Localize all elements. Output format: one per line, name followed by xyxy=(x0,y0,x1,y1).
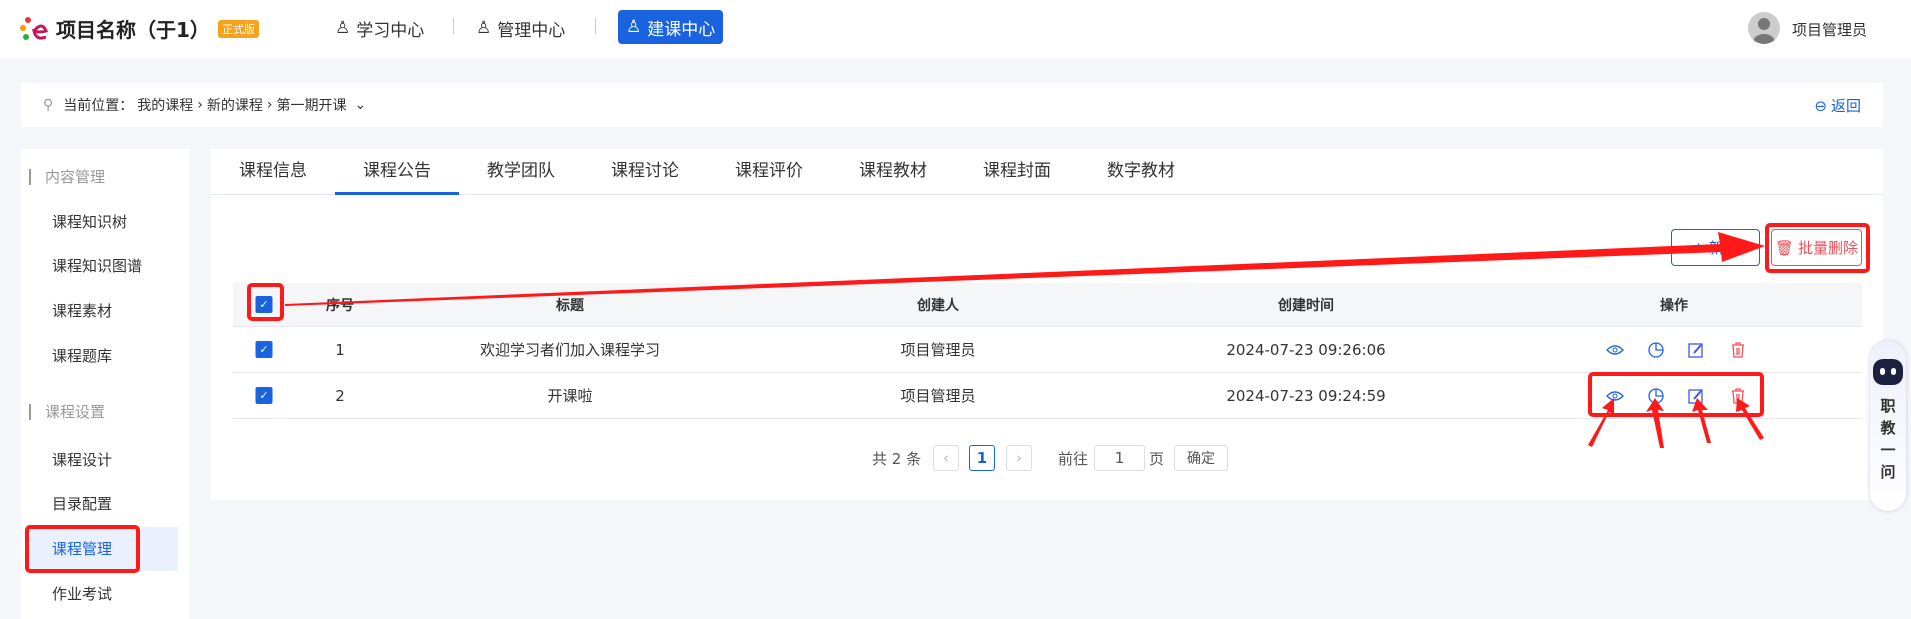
sidebar: 内容管理 课程知识树 课程知识图谱 课程素材 课程题库 课程设置 课程设计 目录… xyxy=(21,149,189,619)
assistant-label-char: 教 xyxy=(1880,419,1896,437)
back-button[interactable]: ⊖ 返回 xyxy=(1814,95,1861,116)
check-icon: ✓ xyxy=(255,296,273,313)
breadcrumb-item[interactable]: 我的课程 xyxy=(137,95,193,115)
sidebar-group-label: 内容管理 xyxy=(29,169,105,185)
goto-label: 前往 xyxy=(1058,449,1089,468)
tab[interactable]: 课程讨论 xyxy=(583,149,707,195)
sidebar-item-selected[interactable]: 课程管理 xyxy=(26,527,178,571)
edit-icon[interactable] xyxy=(1686,340,1706,360)
app-title: 项目名称（于1） xyxy=(56,18,210,42)
table-row: ✓ 1 欢迎学习者们加入课程学习 项目管理员 2024-07-23 09:26:… xyxy=(233,327,1862,373)
nav-divider xyxy=(595,18,596,34)
sidebar-item[interactable]: 课程素材 xyxy=(26,289,178,333)
sidebar-item[interactable]: 课程设计 xyxy=(26,438,178,482)
chevron-right-icon: › xyxy=(197,97,203,113)
column-header: 创建人 xyxy=(917,297,959,314)
table-row: ✓ 2 开课啦 项目管理员 2024-07-23 09:24:59 xyxy=(233,373,1862,419)
sidebar-item[interactable]: 作业考试 xyxy=(26,572,178,616)
total-count: 共 2 条 xyxy=(872,449,922,468)
row-creator: 项目管理员 xyxy=(900,341,976,359)
page-button-current[interactable]: 1 xyxy=(969,445,995,471)
trash-icon[interactable] xyxy=(1728,340,1748,360)
user-name[interactable]: 项目管理员 xyxy=(1792,19,1867,40)
tab[interactable]: 数字教材 xyxy=(1079,149,1203,195)
trash-icon: 🗑 xyxy=(1774,238,1795,257)
sidebar-item[interactable]: 课程题库 xyxy=(26,334,178,378)
row-creator: 项目管理员 xyxy=(900,387,976,405)
breadcrumb-item[interactable]: 新的课程 xyxy=(207,95,263,115)
goto-confirm-button[interactable]: 确定 xyxy=(1174,445,1228,471)
eye-icon[interactable] xyxy=(1605,340,1625,360)
nav-management-center[interactable]: ♙ 管理中心 xyxy=(476,14,565,42)
tab-active[interactable]: 课程公告 xyxy=(335,149,459,195)
tab[interactable]: 课程评价 xyxy=(707,149,831,195)
user-edit-icon: ♙ xyxy=(626,17,642,37)
row-created-time: 2024-07-23 09:26:06 xyxy=(1226,340,1386,359)
check-icon: ✓ xyxy=(255,387,273,404)
table-header: ✓ 序号 标题 创建人 创建时间 操作 xyxy=(233,283,1862,327)
tab[interactable]: 课程教材 xyxy=(831,149,955,195)
column-header: 序号 xyxy=(326,297,354,314)
prev-page-button[interactable]: ‹ xyxy=(933,445,959,471)
assistant-label-char: 职 xyxy=(1880,397,1896,415)
location-pin-icon: ⚲ xyxy=(43,97,54,113)
sidebar-item[interactable]: 课程知识图谱 xyxy=(26,244,178,288)
eye-icon[interactable] xyxy=(1605,386,1625,406)
edit-icon[interactable] xyxy=(1686,386,1706,406)
graduate-icon: ♙ xyxy=(335,18,351,38)
user-gear-icon: ♙ xyxy=(476,18,492,38)
assistant-label-char: 一 xyxy=(1880,441,1896,459)
check-icon: ✓ xyxy=(255,341,273,358)
chevron-left-icon: ‹ xyxy=(943,449,949,467)
select-all-checkbox[interactable]: ✓ xyxy=(255,283,273,326)
row-checkbox[interactable]: ✓ xyxy=(255,327,273,372)
sidebar-group-label: 课程设置 xyxy=(29,404,105,420)
tab-bar: 课程信息 课程公告 教学团队 课程讨论 课程评价 课程教材 课程封面 数字教材 xyxy=(211,149,1883,195)
sidebar-item[interactable]: 课程知识树 xyxy=(26,200,178,244)
column-header: 操作 xyxy=(1660,297,1688,314)
row-created-time: 2024-07-23 09:24:59 xyxy=(1226,386,1386,405)
breadcrumb-item[interactable]: 第一期开课 xyxy=(276,95,346,115)
column-header: 创建时间 xyxy=(1278,297,1334,314)
pie-chart-icon[interactable] xyxy=(1646,340,1666,360)
logo-icon xyxy=(20,17,48,40)
assistant-widget[interactable]: 职 教 一 问 xyxy=(1870,341,1906,511)
pie-chart-icon[interactable] xyxy=(1646,386,1666,406)
nav-divider xyxy=(453,18,454,34)
breadcrumb-prefix: 当前位置： xyxy=(63,98,134,114)
robot-icon xyxy=(1873,359,1903,385)
trash-icon[interactable] xyxy=(1728,386,1748,406)
tab[interactable]: 课程封面 xyxy=(955,149,1079,195)
edition-badge: 正式版 xyxy=(218,20,259,38)
page-unit: 页 xyxy=(1149,449,1165,468)
sidebar-item[interactable]: 目录配置 xyxy=(26,482,178,526)
assistant-label-char: 问 xyxy=(1880,463,1896,481)
row-index: 1 xyxy=(335,340,345,359)
plus-icon: + xyxy=(1692,238,1705,257)
chevron-right-icon: › xyxy=(266,97,273,113)
tab[interactable]: 课程信息 xyxy=(211,149,335,195)
row-title: 开课啦 xyxy=(547,387,593,405)
chevron-down-icon[interactable]: ⌄ xyxy=(354,97,366,113)
goto-page-input[interactable]: 1 xyxy=(1094,445,1145,471)
column-header: 标题 xyxy=(556,297,584,314)
chevron-right-icon: › xyxy=(1016,449,1022,467)
row-title: 欢迎学习者们加入课程学习 xyxy=(479,341,661,359)
tab[interactable]: 教学团队 xyxy=(459,149,583,195)
user-icon xyxy=(1753,18,1775,44)
back-arrow-icon: ⊖ xyxy=(1814,96,1827,115)
main-panel: 课程信息 课程公告 教学团队 课程讨论 课程评价 课程教材 课程封面 数字教材 … xyxy=(211,149,1883,500)
breadcrumb: ⚲ 当前位置： 我的课程 › 新的课程 › 第一期开课 ⌄ ⊖ 返回 xyxy=(21,83,1883,127)
avatar[interactable] xyxy=(1748,12,1780,44)
next-page-button[interactable]: › xyxy=(1006,445,1032,471)
top-header: 项目名称（于1） 正式版 ♙ 学习中心 ♙ 管理中心 ♙ 建课中心 项目管理员 xyxy=(0,0,1911,58)
add-button[interactable]: + 新增 xyxy=(1671,229,1760,266)
row-checkbox[interactable]: ✓ xyxy=(255,373,273,418)
nav-learning-center[interactable]: ♙ 学习中心 xyxy=(335,14,424,42)
nav-course-building-center[interactable]: ♙ 建课中心 xyxy=(618,10,724,44)
row-index: 2 xyxy=(335,386,345,405)
batch-delete-button[interactable]: 🗑 批量删除 xyxy=(1771,229,1862,266)
